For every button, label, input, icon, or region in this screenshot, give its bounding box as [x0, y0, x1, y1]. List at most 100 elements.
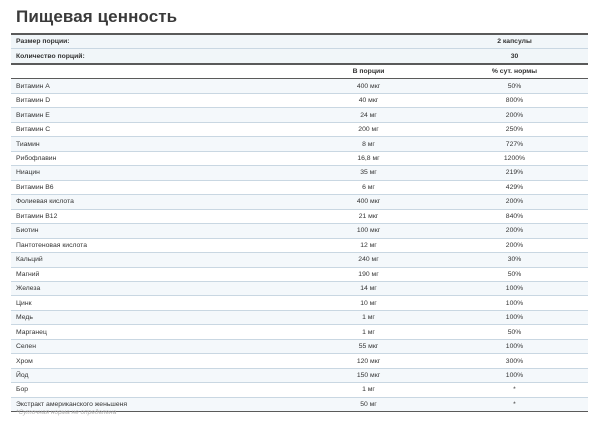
nutrient-daily-value: 200% — [441, 223, 588, 239]
nutrient-daily-value: 30% — [441, 252, 588, 268]
table-row: Йод 150 мкг 100% — [11, 368, 588, 384]
nutrient-amount: 1 мг — [296, 310, 441, 326]
table-row: Цинк 10 мг 100% — [11, 295, 588, 311]
daily-value-column-header: % сут. нормы — [441, 63, 588, 80]
table-row: Витамин D 40 мкг 800% — [11, 93, 588, 109]
nutrient-name: Ниацин — [11, 165, 296, 181]
nutrient-daily-value: 100% — [441, 295, 588, 311]
table-row: Магний 190 мг 50% — [11, 267, 588, 282]
nutrient-daily-value: 50% — [441, 267, 588, 282]
table-row: Витамин В6 6 мг 429% — [11, 180, 588, 196]
nutrient-daily-value: 100% — [441, 368, 588, 384]
nutrient-daily-value: 200% — [441, 194, 588, 210]
nutrient-name: Фолиевая кислота — [11, 194, 296, 210]
nutrient-name: Бор — [11, 382, 296, 398]
table-row: Тиамин 8 мг 727% — [11, 136, 588, 152]
nutrient-daily-value: 200% — [441, 238, 588, 254]
nutrient-name: Цинк — [11, 295, 296, 311]
nutrient-amount: 21 мкг — [296, 209, 441, 225]
amount-column-header: В порции — [296, 63, 441, 80]
table-row: Рибофлавин 16,8 мг 1200% — [11, 151, 588, 167]
table-row: Бор 1 мг * — [11, 382, 588, 398]
nutrient-daily-value: 200% — [441, 107, 588, 123]
servings-per-container-label: Количество порций: — [11, 48, 296, 65]
nutrition-facts-page: Пищевая ценность Размер порции: 2 капсул… — [0, 0, 600, 423]
table-row: Хром 120 мкг 300% — [11, 353, 588, 369]
nutrient-daily-value: 800% — [441, 93, 588, 109]
nutrition-facts-panel: Размер порции: 2 капсулы Количество порц… — [11, 33, 588, 413]
table-row: Кальций 240 мг 30% — [11, 252, 588, 268]
nutrient-daily-value: 219% — [441, 165, 588, 181]
nutrient-daily-value: 1200% — [441, 151, 588, 167]
nutrient-amount: 10 мг — [296, 295, 441, 311]
page-title: Пищевая ценность — [16, 7, 178, 26]
nutrient-daily-value: 429% — [441, 180, 588, 196]
nutrient-name: Витамин С — [11, 122, 296, 138]
table-row: Витамин А 400 мкг 50% — [11, 78, 588, 94]
nutrient-amount: 14 мг — [296, 281, 441, 297]
serving-size-value: 2 капсулы — [441, 33, 588, 50]
nutrient-amount: 35 мг — [296, 165, 441, 181]
nutrient-name: Витамин D — [11, 93, 296, 109]
nutrient-amount: 6 мг — [296, 180, 441, 196]
nutrient-amount: 100 мкг — [296, 223, 441, 239]
table-row: Ниацин 35 мг 219% — [11, 165, 588, 181]
table-row: Медь 1 мг 100% — [11, 310, 588, 326]
nutrient-daily-value: 300% — [441, 353, 588, 369]
table-row: Селен 55 мкг 100% — [11, 339, 588, 355]
table-row: Пантотеновая кислота 12 мг 200% — [11, 238, 588, 254]
nutrient-amount: 1 мг — [296, 382, 441, 398]
nutrient-name: Витамин А — [11, 78, 296, 94]
nutrient-daily-value: 727% — [441, 136, 588, 152]
nutrient-amount: 40 мкг — [296, 93, 441, 109]
table-row: Витамин Е 24 мг 200% — [11, 107, 588, 123]
nutrient-daily-value: * — [441, 382, 588, 398]
nutrient-name: Железа — [11, 281, 296, 297]
nutrient-amount: 12 мг — [296, 238, 441, 254]
nutrient-daily-value: 50% — [441, 78, 588, 94]
nutrient-name: Пантотеновая кислота — [11, 238, 296, 254]
table-row: Марганец 1 мг 50% — [11, 324, 588, 340]
serving-size-label: Размер порции: — [11, 33, 296, 50]
nutrient-name: Медь — [11, 310, 296, 326]
nutrient-amount: 8 мг — [296, 136, 441, 152]
nutrient-amount: 190 мг — [296, 267, 441, 282]
nutrient-daily-value: 840% — [441, 209, 588, 225]
nutrient-amount: 120 мкг — [296, 353, 441, 369]
nutrient-name: Магний — [11, 267, 296, 282]
table-row: Витамин С 200 мг 250% — [11, 122, 588, 138]
nutrient-name: Хром — [11, 353, 296, 369]
nutrient-name: Селен — [11, 339, 296, 355]
nutrient-name: Кальций — [11, 252, 296, 268]
nutrient-name: Марганец — [11, 324, 296, 340]
nutrient-daily-value: 100% — [441, 339, 588, 355]
nutrient-daily-value: 250% — [441, 122, 588, 138]
nutrient-daily-value: 100% — [441, 281, 588, 297]
nutrient-amount: 400 мкг — [296, 78, 441, 94]
nutrient-name: Витамин В6 — [11, 180, 296, 196]
table-row: Витамин В12 21 мкг 840% — [11, 209, 588, 225]
nutrient-name: Рибофлавин — [11, 151, 296, 167]
table-row: Железа 14 мг 100% — [11, 281, 588, 297]
nutrient-name: Йод — [11, 368, 296, 384]
nutrient-daily-value: * — [441, 397, 588, 413]
servings-per-container-row: Количество порций: 30 — [11, 48, 588, 65]
nutrient-amount: 1 мг — [296, 324, 441, 340]
serving-size-row: Размер порции: 2 капсулы — [11, 33, 588, 50]
nutrient-amount: 16,8 мг — [296, 151, 441, 167]
servings-per-container-value: 30 — [441, 48, 588, 65]
nutrient-amount: 50 мг — [296, 397, 441, 413]
nutrient-amount: 150 мкг — [296, 368, 441, 384]
nutrient-amount: 200 мг — [296, 122, 441, 138]
table-row: Биотин 100 мкг 200% — [11, 223, 588, 239]
nutrient-name: Витамин Е — [11, 107, 296, 123]
nutrient-amount: 55 мкг — [296, 339, 441, 355]
nutrient-daily-value: 50% — [441, 324, 588, 340]
nutrition-table: Размер порции: 2 капсулы Количество порц… — [11, 33, 588, 413]
nutrient-amount: 400 мкг — [296, 194, 441, 210]
nutrient-name: Тиамин — [11, 136, 296, 152]
column-header-row: В порции % сут. нормы — [11, 63, 588, 80]
nutrient-name: Биотин — [11, 223, 296, 239]
nutrient-daily-value: 100% — [441, 310, 588, 326]
footnote: *Суточная норма не определена — [16, 409, 117, 416]
